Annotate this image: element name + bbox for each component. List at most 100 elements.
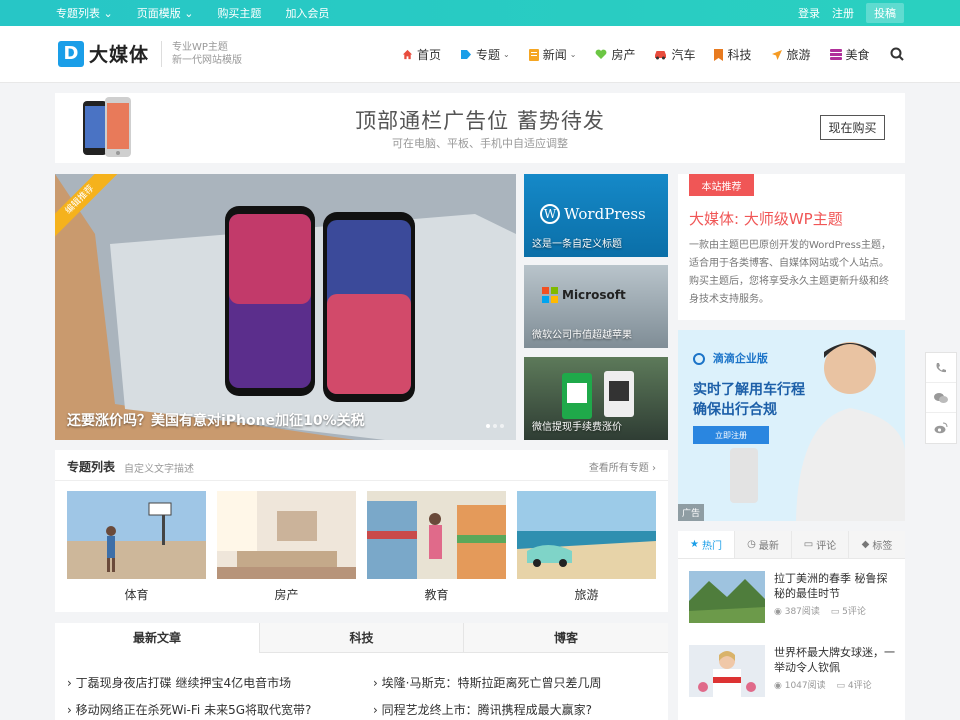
login-link[interactable]: 登录 xyxy=(798,5,820,21)
topic-label-sports[interactable]: 体育 xyxy=(67,586,206,603)
site-logo[interactable]: D 大媒体 xyxy=(58,40,149,67)
wechat-icon[interactable] xyxy=(926,383,956,413)
hot-post-item[interactable]: 拉丁美洲的春季 秘鲁探秘的最佳时节 ◉ 387阅读 ▭ 5评论 xyxy=(689,571,899,631)
top-bar-left-menu: 专题列表 ⌄ 页面模版 ⌄ 购买主题 加入会员 xyxy=(56,0,329,26)
side-ad[interactable]: 滴滴企业版 实时了解用车行程 确保出行合规 立即注册 广告 xyxy=(678,330,905,521)
ad-register-button[interactable]: 立即注册 xyxy=(693,426,769,444)
article-link[interactable]: › 埃隆·马斯克：特斯拉距离死亡曾只差几周 xyxy=(373,674,601,691)
thumb-caption: 这是一条自定义标题 xyxy=(532,239,622,250)
hot-post-item[interactable]: 世界杯最大牌女球迷，一举动令人钦佩 ◉ 1047阅读 ▭ 4评论 xyxy=(689,645,899,705)
beach-image xyxy=(517,491,656,579)
article-link[interactable]: › 移动网络正在杀死Wi-Fi 未来5G将取代宽带? xyxy=(67,701,311,718)
comment-icon: ▭ xyxy=(830,607,843,617)
search-icon[interactable] xyxy=(890,47,904,61)
clock-icon: ◷ xyxy=(747,539,756,550)
hot-post-title: 拉丁美洲的春季 秘鲁探秘的最佳时节 xyxy=(774,572,888,600)
nav-item-news[interactable]: 新闻 ⌄ xyxy=(528,46,577,63)
main-nav: 首页 专题 ⌄ 新闻 ⌄ 房产 汽车 科技 旅游 美食 xyxy=(402,26,889,83)
slider-dot[interactable] xyxy=(493,424,497,428)
nav-label-food: 美食 xyxy=(845,48,870,62)
topic-label-housing[interactable]: 房产 xyxy=(217,586,356,603)
top-bar-right-menu: 登录 注册 投稿 xyxy=(798,0,904,26)
logo-text: 大媒体 xyxy=(89,44,150,66)
thumb-caption: 微软公司市值超越苹果 xyxy=(532,330,632,341)
nav-item-food[interactable]: 美食 xyxy=(829,46,870,63)
submit-post-button[interactable]: 投稿 xyxy=(866,3,904,23)
slider-dot[interactable] xyxy=(500,424,504,428)
tag-icon: ◆ xyxy=(861,539,870,550)
ad-title: 顶部通栏广告位 蓄势待发 xyxy=(355,109,605,133)
comment-icon: ▭ xyxy=(803,539,814,550)
nav-label-topics: 专题 xyxy=(476,48,501,62)
phone-icon[interactable] xyxy=(926,353,956,383)
document-icon xyxy=(528,48,539,61)
floating-contact-bar xyxy=(925,352,957,444)
topbar-link-buy-theme[interactable]: 购买主题 xyxy=(217,5,261,21)
nav-item-travel[interactable]: 旅游 xyxy=(771,46,811,63)
wordpress-logo-text: WordPress xyxy=(564,205,646,223)
tab-tags-label: 标签 xyxy=(872,541,893,552)
topbar-link-join-member[interactable]: 加入会员 xyxy=(285,5,329,21)
nav-item-housing[interactable]: 房产 xyxy=(595,46,635,63)
topic-label-travel[interactable]: 旅游 xyxy=(517,586,656,603)
site-header: D 大媒体 专业WP主题 新一代网站模版 首页 专题 ⌄ 新闻 ⌄ 房产 汽车 xyxy=(0,26,960,83)
slider-dot[interactable] xyxy=(486,424,490,428)
thumb-card[interactable]: Microsoft 微软公司市值超越苹果 xyxy=(524,265,668,348)
hot-post-meta: ◉ 387阅读 ▭ 5评论 xyxy=(774,604,866,617)
article-title: 同程艺龙终上市：腾讯携程成最大赢家? xyxy=(381,703,592,717)
nav-item-topics[interactable]: 专题 ⌄ xyxy=(460,46,510,63)
ad-brand: 滴滴企业版 xyxy=(693,350,768,366)
tab-latest-articles[interactable]: 最新文章 xyxy=(55,623,259,653)
nav-item-tech[interactable]: 科技 xyxy=(714,46,752,63)
article-title: 移动网络正在杀死Wi-Fi 未来5G将取代宽带? xyxy=(75,703,312,717)
article-link[interactable]: › 同程艺龙终上市：腾讯携程成最大赢家? xyxy=(373,701,592,718)
topbar-link-templates[interactable]: 页面模版 ⌄ xyxy=(137,5,194,21)
tab-tags[interactable]: ◆ 标签 xyxy=(848,531,905,558)
tab-blog[interactable]: 博客 xyxy=(463,623,668,653)
ad-brand-text: 滴滴企业版 xyxy=(712,352,768,365)
top-ad-banner[interactable]: 顶部通栏广告位 蓄势待发 可在电脑、平板、手机中自适应调整 现在购买 xyxy=(55,93,905,163)
register-link[interactable]: 注册 xyxy=(832,5,854,21)
article-title: 丁磊现身夜店打碟 继续押宝4亿电音市场 xyxy=(75,676,292,690)
thumb-card[interactable]: 微信提现手续费涨价 xyxy=(524,357,668,440)
topic-label-education[interactable]: 教育 xyxy=(367,586,506,603)
nav-label-cars: 汽车 xyxy=(671,48,696,62)
tab-tech[interactable]: 科技 xyxy=(259,623,463,653)
thumb-card[interactable]: W WordPress 这是一条自定义标题 xyxy=(524,174,668,257)
topic-card-image[interactable] xyxy=(67,491,206,579)
thumb-caption: 微信提现手续费涨价 xyxy=(532,422,622,433)
hot-post-title: 世界杯最大牌女球迷，一举动令人钦佩 xyxy=(774,646,895,674)
didi-icon xyxy=(693,353,705,365)
ad-label: 广告 xyxy=(678,504,705,521)
slogan-line-1: 专业WP主题 xyxy=(172,42,228,53)
tab-hot[interactable]: ★ 热门 xyxy=(678,531,734,558)
chevron-down-icon: ⌄ xyxy=(569,50,577,59)
recommend-badge: 本站推荐 xyxy=(689,174,754,196)
nav-item-cars[interactable]: 汽车 xyxy=(654,46,695,63)
article-link[interactable]: › 丁磊现身夜店打碟 继续押宝4亿电音市场 xyxy=(67,674,291,691)
hot-post-meta: ◉ 1047阅读 ▭ 4评论 xyxy=(774,678,872,691)
car-icon xyxy=(655,51,667,60)
tab-hot-label: 热门 xyxy=(701,541,722,552)
featured-slider[interactable]: 编辑推荐 还要涨价吗？美国有意对iPhone加征10%关税 xyxy=(55,174,516,440)
topic-card-image[interactable] xyxy=(367,491,506,579)
weibo-icon[interactable] xyxy=(926,413,956,443)
topbar-link-topics[interactable]: 专题列表 ⌄ xyxy=(56,5,113,21)
tab-comments[interactable]: ▭ 评论 xyxy=(791,531,848,558)
mountain-image xyxy=(689,571,765,623)
ad-headline-2: 确保出行合规 xyxy=(693,402,777,418)
living-room-image xyxy=(217,491,356,579)
recommend-title[interactable]: 大媒体: 大师级WP主题 xyxy=(689,208,843,229)
slider-caption[interactable]: 还要涨价吗？美国有意对iPhone加征10%关税 xyxy=(67,410,365,430)
hot-tabs: ★ 热门 ◷ 最新 ▭ 评论 ◆ 标签 xyxy=(678,531,905,559)
plane-icon xyxy=(771,49,782,60)
tab-latest[interactable]: ◷ 最新 xyxy=(734,531,791,558)
site-recommend-box: 本站推荐 大媒体: 大师级WP主题 一款由主题巴巴原创开发的WordPress主… xyxy=(678,174,905,320)
buy-now-button[interactable]: 现在购买 xyxy=(820,115,885,140)
nav-item-home[interactable]: 首页 xyxy=(402,46,441,63)
view-all-topics-link[interactable]: 查看所有专题 › xyxy=(589,459,656,474)
topic-card-image[interactable] xyxy=(517,491,656,579)
wordpress-logo: W WordPress xyxy=(540,204,646,224)
views-count: 1047阅读 xyxy=(784,681,826,691)
topic-card-image[interactable] xyxy=(217,491,356,579)
